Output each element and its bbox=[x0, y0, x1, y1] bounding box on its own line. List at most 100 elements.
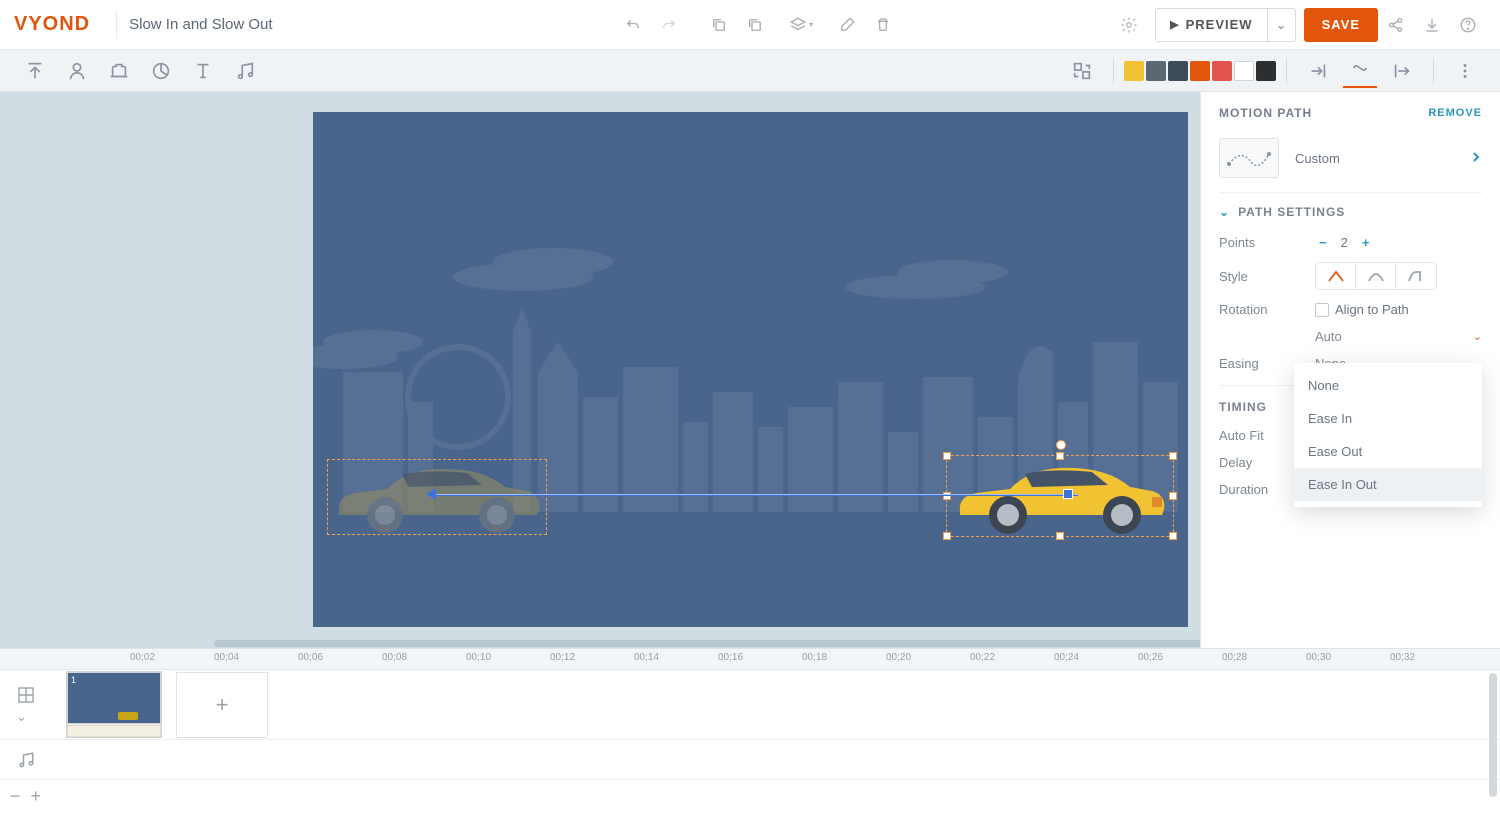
path-type-label: Custom bbox=[1295, 151, 1340, 166]
music-icon[interactable] bbox=[228, 54, 262, 88]
easing-option[interactable]: Ease Out bbox=[1294, 435, 1482, 468]
ruler-tick: 00;20 bbox=[886, 652, 911, 663]
rotation-select[interactable]: Auto⌄ bbox=[1315, 329, 1482, 344]
download-icon[interactable] bbox=[1418, 11, 1446, 39]
prop-icon[interactable] bbox=[102, 54, 136, 88]
panel-title: MOTION PATH bbox=[1219, 106, 1312, 120]
timeline-scrollbar[interactable] bbox=[1489, 673, 1497, 797]
points-value: 2 bbox=[1341, 235, 1348, 250]
motion-path-end-icon[interactable] bbox=[1063, 489, 1073, 499]
trash-icon[interactable] bbox=[869, 11, 897, 39]
chevron-right-icon bbox=[1470, 151, 1482, 166]
layers-icon[interactable]: ▾ bbox=[787, 11, 815, 39]
ruler-tick: 00;18 bbox=[802, 652, 827, 663]
ruler-tick: 00;16 bbox=[718, 652, 743, 663]
swatch[interactable] bbox=[1212, 61, 1232, 81]
scene-number: 1 bbox=[71, 675, 76, 685]
swatch[interactable] bbox=[1146, 61, 1166, 81]
swatch[interactable] bbox=[1234, 61, 1254, 81]
tool-row bbox=[0, 50, 1500, 92]
chevron-down-icon[interactable]: ⌄ bbox=[16, 709, 56, 725]
style-straight-icon[interactable] bbox=[1316, 263, 1356, 289]
motion-path-icon[interactable] bbox=[1343, 54, 1377, 88]
divider bbox=[116, 11, 117, 39]
replace-icon[interactable] bbox=[1065, 54, 1099, 88]
zoom-in-button[interactable]: + bbox=[31, 786, 42, 807]
more-icon[interactable] bbox=[1448, 54, 1482, 88]
ruler-tick: 00;04 bbox=[214, 652, 239, 663]
undo-icon[interactable] bbox=[619, 11, 647, 39]
canvas[interactable] bbox=[313, 112, 1188, 627]
grid-icon[interactable] bbox=[16, 685, 36, 705]
easing-dropdown: NoneEase InEase OutEase In Out bbox=[1294, 363, 1482, 507]
timeline: 00;02 00;04 00;06 00;08 00;10 00;12 00;14 00;16… bbox=[0, 648, 1500, 831]
swatch[interactable] bbox=[1168, 61, 1188, 81]
ruler-tick: 00;12 bbox=[550, 652, 575, 663]
timeline-ruler[interactable]: 00;02 00;04 00;06 00;08 00;10 00;12 00;14 00;16… bbox=[0, 649, 1500, 670]
logo: VYOND bbox=[14, 13, 90, 36]
audio-row[interactable] bbox=[0, 740, 1500, 780]
character-icon[interactable] bbox=[60, 54, 94, 88]
chart-icon[interactable] bbox=[144, 54, 178, 88]
project-title[interactable]: Slow In and Slow Out bbox=[129, 16, 272, 33]
motion-path-line[interactable] bbox=[433, 494, 1078, 496]
style-options[interactable] bbox=[1315, 262, 1437, 290]
car-start bbox=[327, 459, 547, 535]
scene-row: ⌄ 1 + bbox=[0, 670, 1500, 740]
copy-icon[interactable] bbox=[705, 11, 733, 39]
car-end[interactable] bbox=[948, 457, 1172, 537]
motion-path-start-icon[interactable] bbox=[426, 488, 436, 500]
easing-option[interactable]: Ease In bbox=[1294, 402, 1482, 435]
easing-option[interactable]: None bbox=[1294, 369, 1482, 402]
zoom-controls: − + bbox=[0, 780, 1500, 812]
help-icon[interactable] bbox=[1454, 11, 1482, 39]
ruler-tick: 00;08 bbox=[382, 652, 407, 663]
style-step-icon[interactable] bbox=[1396, 263, 1436, 289]
points-plus-button[interactable]: + bbox=[1358, 235, 1374, 250]
ruler-tick: 00;28 bbox=[1222, 652, 1247, 663]
upload-icon[interactable] bbox=[18, 54, 52, 88]
rotation-handle[interactable] bbox=[1056, 440, 1066, 450]
points-minus-button[interactable]: − bbox=[1315, 235, 1331, 250]
redo-icon[interactable] bbox=[655, 11, 683, 39]
swatch[interactable] bbox=[1124, 61, 1144, 81]
text-icon[interactable] bbox=[186, 54, 220, 88]
share-icon[interactable] bbox=[1382, 11, 1410, 39]
ruler-tick: 00;30 bbox=[1306, 652, 1331, 663]
ruler-tick: 00;10 bbox=[466, 652, 491, 663]
top-bar: VYOND Slow In and Slow Out ▾ ▶PREVIEW ⌄ … bbox=[0, 0, 1500, 50]
path-settings-header[interactable]: ⌄ PATH SETTINGS bbox=[1219, 193, 1482, 229]
swatch[interactable] bbox=[1256, 61, 1276, 81]
save-button[interactable]: SAVE bbox=[1304, 8, 1378, 42]
easing-option[interactable]: Ease In Out bbox=[1294, 468, 1482, 501]
settings-icon[interactable] bbox=[1115, 11, 1143, 39]
scene-thumbnail[interactable]: 1 bbox=[66, 671, 162, 738]
style-label: Style bbox=[1219, 269, 1315, 284]
style-curve-icon[interactable] bbox=[1356, 263, 1396, 289]
paste-icon[interactable] bbox=[741, 11, 769, 39]
enter-icon[interactable] bbox=[1301, 54, 1335, 88]
path-type-selector[interactable]: Custom bbox=[1219, 132, 1482, 193]
remove-button[interactable]: REMOVE bbox=[1428, 107, 1482, 119]
zoom-out-button[interactable]: − bbox=[10, 786, 21, 807]
chevron-down-icon: ⌄ bbox=[1219, 205, 1230, 219]
erase-icon[interactable] bbox=[833, 11, 861, 39]
ruler-tick: 00;02 bbox=[130, 652, 155, 663]
ruler-tick: 00;22 bbox=[970, 652, 995, 663]
rotation-label: Rotation bbox=[1219, 302, 1315, 317]
preview-button[interactable]: ▶PREVIEW ⌄ bbox=[1155, 8, 1295, 42]
ruler-tick: 00;14 bbox=[634, 652, 659, 663]
swatch[interactable] bbox=[1190, 61, 1210, 81]
color-swatches[interactable] bbox=[1124, 61, 1276, 81]
preview-label: PREVIEW bbox=[1186, 17, 1253, 32]
exit-icon[interactable] bbox=[1385, 54, 1419, 88]
align-checkbox[interactable] bbox=[1315, 303, 1329, 317]
ruler-tick: 00;24 bbox=[1054, 652, 1079, 663]
points-label: Points bbox=[1219, 235, 1315, 250]
preview-dropdown-icon[interactable]: ⌄ bbox=[1267, 9, 1295, 41]
add-scene-button[interactable]: + bbox=[176, 672, 268, 738]
path-thumb-icon bbox=[1219, 138, 1279, 178]
music-icon bbox=[16, 750, 36, 770]
ruler-tick: 00;32 bbox=[1390, 652, 1415, 663]
ruler-tick: 00;06 bbox=[298, 652, 323, 663]
